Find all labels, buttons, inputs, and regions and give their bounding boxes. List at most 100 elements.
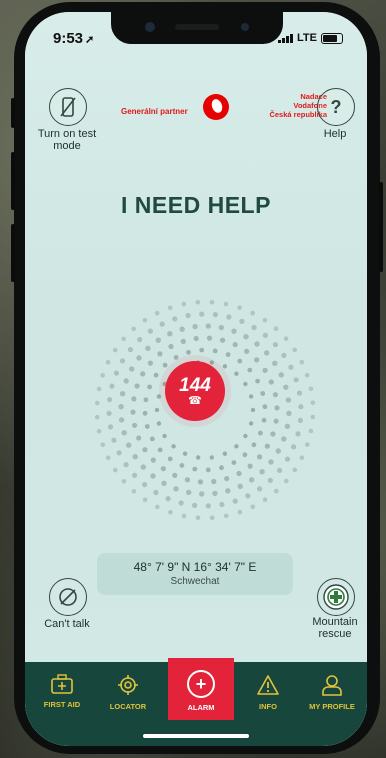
pulse-dot: [132, 422, 138, 428]
pulse-dot: [296, 390, 303, 396]
pulse-dot: [192, 502, 198, 508]
pulse-dot: [121, 430, 127, 436]
pulse-dot: [225, 352, 231, 357]
pulse-dot: [156, 394, 162, 399]
pulse-dot: [243, 433, 248, 439]
pulse-dot: [147, 328, 153, 334]
phone-icon: ☎: [188, 394, 202, 407]
mountain-rescue-button[interactable]: [317, 578, 355, 616]
tab-first-aid[interactable]: FIRST AID: [31, 674, 93, 709]
pulse-dot: [209, 455, 214, 460]
pulse-dot: [113, 370, 119, 376]
pulse-dot: [153, 489, 159, 496]
help-button[interactable]: ?: [317, 88, 355, 126]
pulse-dot: [167, 456, 173, 462]
pulse-dot: [116, 450, 122, 456]
pulse-dot: [219, 465, 224, 471]
cant-talk-button[interactable]: [49, 578, 87, 616]
pulse-dot: [291, 444, 297, 450]
pulse-dot: [231, 328, 237, 334]
pulse-dot: [223, 513, 229, 519]
pulse-dot: [162, 362, 168, 368]
page-title: I NEED HELP: [121, 192, 271, 218]
pulse-dot: [199, 311, 205, 317]
tab-info[interactable]: INFO: [237, 674, 299, 711]
pulse-dot: [268, 459, 274, 465]
pulse-dot: [184, 477, 190, 483]
pulse-dot: [192, 323, 198, 330]
pulse-dot: [205, 503, 211, 509]
pulse-dot: [185, 312, 191, 319]
pulse-dot: [304, 372, 310, 378]
pulse-dot: [231, 460, 237, 465]
pulse-dot: [274, 405, 280, 411]
pulse-dot: [218, 324, 224, 331]
pulse-dot: [278, 372, 284, 378]
pulse-dot: [310, 414, 316, 420]
pulse-dot: [181, 301, 187, 307]
pulse-dot: [237, 483, 243, 489]
pulse-dot: [150, 473, 156, 479]
pulse-dot: [127, 347, 133, 353]
pulse-dot: [179, 326, 185, 332]
mountain-rescue-emblem-icon: [323, 584, 349, 610]
pulse-dot: [173, 486, 179, 492]
tab-locator[interactable]: LOCATOR: [97, 674, 159, 711]
pulse-dot: [234, 444, 239, 449]
pulse-dot: [106, 410, 112, 416]
pulse-dot: [160, 466, 166, 472]
pulse-dot: [261, 417, 267, 423]
pulse-dot: [168, 510, 173, 515]
pulse-dot: [260, 391, 266, 396]
pulse-dot: [118, 417, 125, 423]
pulse-dot: [251, 442, 257, 448]
pulse-dot: [258, 430, 263, 436]
pulse-dot: [119, 358, 126, 364]
location-arrow-icon: ➚: [85, 34, 95, 46]
speech-off-icon: [59, 588, 77, 606]
pulse-dot: [142, 410, 148, 416]
pulse-dot: [245, 493, 251, 499]
pulse-dot: [310, 400, 316, 406]
pulse-dot: [111, 437, 117, 443]
pulse-dot: [179, 463, 185, 468]
pulse-dot: [272, 342, 278, 348]
vodafone-logo: [203, 94, 229, 120]
pulse-dot: [154, 310, 160, 316]
pulse-dot: [157, 351, 163, 357]
pulse-dot: [144, 424, 150, 429]
app-screen: 9:53 ➚ LTE Turn on test mode Generální pa…: [25, 12, 367, 746]
pulse-dot: [308, 386, 314, 392]
pulse-dot: [136, 355, 142, 361]
pulse-dot: [236, 470, 242, 477]
emergency-call-button[interactable]: 144 ☎: [165, 361, 225, 421]
crosshair-icon: [118, 675, 138, 695]
pulse-dot: [156, 421, 162, 426]
pulse-dot: [247, 367, 253, 373]
home-indicator[interactable]: [143, 734, 249, 738]
status-time: 9:53 ➚: [53, 30, 95, 47]
pulse-dot: [168, 343, 174, 350]
pulse-dot: [283, 384, 289, 390]
pulse-dot: [237, 509, 243, 515]
pulse-dot: [219, 501, 225, 508]
pulse-dot: [186, 489, 192, 496]
pulse-dot: [121, 336, 126, 342]
pulse-dot: [205, 467, 211, 473]
pulse-dot: [299, 455, 305, 460]
tab-alarm[interactable]: + ALARM: [168, 658, 234, 720]
pulse-dot: [264, 443, 270, 449]
tab-my-profile[interactable]: MY PROFILE: [301, 674, 363, 711]
pulse-dot: [193, 335, 199, 342]
pulse-dot: [142, 318, 148, 323]
pulse-dot: [109, 383, 115, 389]
pulse-dot: [237, 358, 243, 364]
pulse-dot: [288, 364, 294, 370]
pulse-dot: [212, 490, 218, 497]
emergency-number: 144: [179, 374, 211, 396]
pulse-dot: [143, 397, 149, 403]
cant-talk-label: Can't talk: [44, 618, 90, 630]
pulse-dot: [244, 348, 250, 354]
pulse-dot: [243, 334, 249, 340]
test-mode-button[interactable]: [49, 88, 87, 126]
